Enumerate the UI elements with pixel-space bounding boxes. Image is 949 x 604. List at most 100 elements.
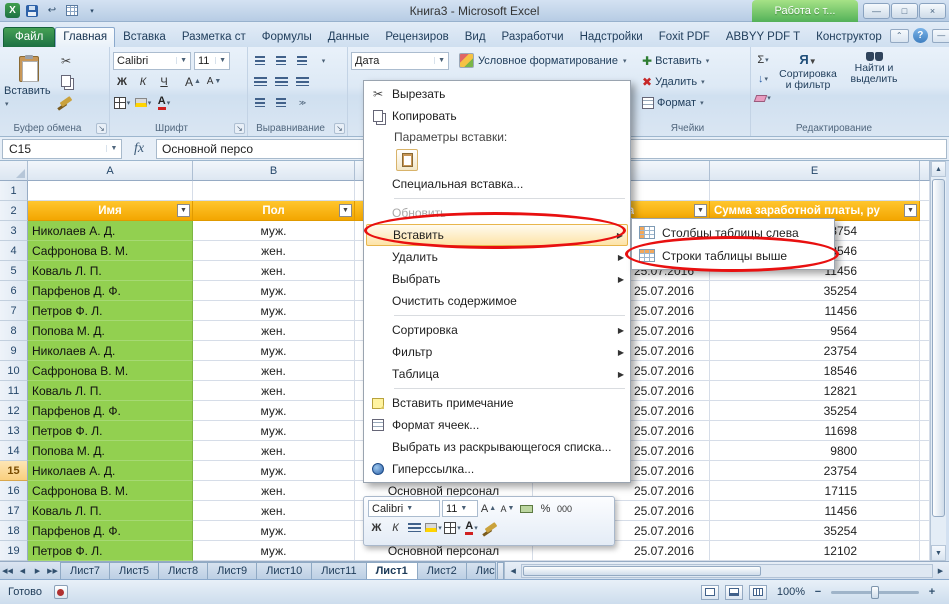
cell-A19[interactable]: Петров Ф. Л. xyxy=(28,541,193,561)
mini-format-painter-button[interactable] xyxy=(482,519,499,536)
decrease-indent-button[interactable] xyxy=(251,94,269,112)
cell-A16[interactable]: Сафронова В. М. xyxy=(28,481,193,501)
increase-indent-button[interactable] xyxy=(272,94,290,112)
tab-Данные[interactable]: Данные xyxy=(320,27,378,47)
row-header-8[interactable]: 8 xyxy=(0,321,28,341)
cell-B14[interactable]: жен. xyxy=(193,441,355,461)
menu-item-таблица[interactable]: Таблица▶ xyxy=(364,363,630,385)
zoom-slider[interactable] xyxy=(831,591,919,594)
number-format-combo[interactable]: Дата▼ xyxy=(351,52,449,70)
scroll-up-icon[interactable]: ▲ xyxy=(931,161,946,177)
help-icon[interactable]: ? xyxy=(913,28,928,43)
tab-Вид[interactable]: Вид xyxy=(457,27,494,47)
font-size-combo[interactable]: 11▼ xyxy=(194,52,230,70)
cell-B19[interactable]: муж. xyxy=(193,541,355,561)
mini-grow-font-button[interactable]: А▲ xyxy=(480,500,497,517)
cell-B7[interactable]: муж. xyxy=(193,301,355,321)
minimize-button[interactable]: — xyxy=(863,3,890,19)
menu-item-вырезать[interactable]: ✂Вырезать xyxy=(364,83,630,105)
cell-A7[interactable]: Петров Ф. Л. xyxy=(28,301,193,321)
mini-comma-button[interactable]: 000 xyxy=(556,500,573,517)
menu-item-фильтр[interactable]: Фильтр▶ xyxy=(364,341,630,363)
shrink-font-button[interactable]: А▼ xyxy=(205,73,223,91)
menu-item-вставить-примечание[interactable]: Вставить примечание xyxy=(364,392,630,414)
mini-shrink-font-button[interactable]: А▼ xyxy=(499,500,516,517)
cell-A12[interactable]: Парфенов Д. Ф. xyxy=(28,401,193,421)
submenu-item-столбцы-таблицы-слева[interactable]: Столбцы таблицы слева xyxy=(632,221,834,244)
menu-item-формат-ячеек-[interactable]: Формат ячеек... xyxy=(364,414,630,436)
normal-view-button[interactable] xyxy=(701,585,719,600)
cell-B17[interactable]: жен. xyxy=(193,501,355,521)
cell-E18[interactable]: 35254 xyxy=(710,521,920,541)
cell-B6[interactable]: муж. xyxy=(193,281,355,301)
restore-button[interactable]: □ xyxy=(891,3,918,19)
align-right-button[interactable] xyxy=(293,73,311,91)
cell-B3[interactable]: муж. xyxy=(193,221,355,241)
mini-bold-button[interactable]: Ж xyxy=(368,519,385,536)
align-left-button[interactable] xyxy=(251,73,269,91)
tab-Вставка[interactable]: Вставка xyxy=(115,27,174,47)
insert-cells-button[interactable]: Вставить xyxy=(655,55,702,67)
cell-B13[interactable]: муж. xyxy=(193,421,355,441)
cell-E11[interactable]: 12821 xyxy=(710,381,920,401)
column-header-B[interactable]: B xyxy=(193,161,355,181)
align-bottom-button[interactable] xyxy=(293,52,311,70)
vertical-scrollbar[interactable]: ▲ ▼ xyxy=(930,161,946,561)
clipboard-dialog-launcher-icon[interactable]: ↘ xyxy=(96,123,107,134)
sheet-tab-Лист1[interactable]: Лист1 xyxy=(366,562,418,579)
cell-E8[interactable]: 9564 xyxy=(710,321,920,341)
italic-button[interactable]: К xyxy=(134,73,152,91)
mini-font-size-combo[interactable]: 11▼ xyxy=(442,500,478,517)
sheet-tab-Лист10[interactable]: Лист10 xyxy=(256,562,312,579)
row-header-15[interactable]: 15 xyxy=(0,461,28,481)
filter-icon-A[interactable]: ▼ xyxy=(177,204,190,217)
cell-E10[interactable]: 18546 xyxy=(710,361,920,381)
cell-B12[interactable]: муж. xyxy=(193,401,355,421)
table-header-A[interactable]: Имя▼ xyxy=(28,201,193,221)
tab-Рецензиров[interactable]: Рецензиров xyxy=(377,27,456,47)
menu-item-гиперссылка-[interactable]: Гиперссылка... xyxy=(364,458,630,480)
font-name-combo[interactable]: Calibri▼ xyxy=(113,52,191,70)
sheet-tab-Лист5[interactable]: Лист5 xyxy=(109,562,159,579)
borders-button[interactable]: ▾ xyxy=(113,94,131,112)
grow-font-button[interactable]: А▲ xyxy=(184,73,202,91)
row-header-9[interactable]: 9 xyxy=(0,341,28,361)
cell-B18[interactable]: муж. xyxy=(193,521,355,541)
cell-A17[interactable]: Коваль Л. П. xyxy=(28,501,193,521)
cell-E16[interactable]: 17115 xyxy=(710,481,920,501)
cell-B5[interactable]: жен. xyxy=(193,261,355,281)
menu-item-выбрать[interactable]: Выбрать▶ xyxy=(364,268,630,290)
cell-E14[interactable]: 9800 xyxy=(710,441,920,461)
menu-item-обновить[interactable]: Обновить xyxy=(364,202,630,224)
menu-item-удалить[interactable]: Удалить▶ xyxy=(364,246,630,268)
macro-record-icon[interactable] xyxy=(54,585,68,599)
menu-item-копировать[interactable]: Копировать xyxy=(364,105,630,127)
tab-split-handle[interactable] xyxy=(497,562,504,579)
cell-A14[interactable]: Попова М. Д. xyxy=(28,441,193,461)
filter-icon-B[interactable]: ▼ xyxy=(339,204,352,217)
cell-A10[interactable]: Сафронова В. М. xyxy=(28,361,193,381)
row-header-13[interactable]: 13 xyxy=(0,421,28,441)
filter-icon-D[interactable]: ▼ xyxy=(694,204,707,217)
prev-sheet-icon[interactable]: ◀ xyxy=(15,562,30,579)
wrap-text-button[interactable]: ≫ xyxy=(293,94,311,112)
cell-B8[interactable]: жен. xyxy=(193,321,355,341)
alignment-dialog-launcher-icon[interactable]: ↘ xyxy=(334,123,345,134)
cell-E7[interactable]: 11456 xyxy=(710,301,920,321)
font-dialog-launcher-icon[interactable]: ↘ xyxy=(234,123,245,134)
sort-filter-button[interactable]: Я▼ Сортировка и фильтр xyxy=(775,50,841,106)
cell-B10[interactable]: жен. xyxy=(193,361,355,381)
fill-color-button[interactable]: ▾ xyxy=(134,94,152,112)
first-sheet-icon[interactable]: ◀◀ xyxy=(0,562,15,579)
font-color-button[interactable]: А▾ xyxy=(155,94,173,112)
row-header-4[interactable]: 4 xyxy=(0,241,28,261)
cell-A3[interactable]: Николаев А. Д. xyxy=(28,221,193,241)
row-header-11[interactable]: 11 xyxy=(0,381,28,401)
format-cells-button[interactable]: Формат xyxy=(657,97,696,109)
row-header-3[interactable]: 3 xyxy=(0,221,28,241)
insert-function-icon[interactable]: fx xyxy=(122,141,156,157)
workbook-minimize-icon[interactable]: — xyxy=(932,29,949,43)
sheet-tab-Лист[interactable]: Лист xyxy=(466,562,496,579)
row-header-19[interactable]: 19 xyxy=(0,541,28,561)
align-center-button[interactable] xyxy=(272,73,290,91)
